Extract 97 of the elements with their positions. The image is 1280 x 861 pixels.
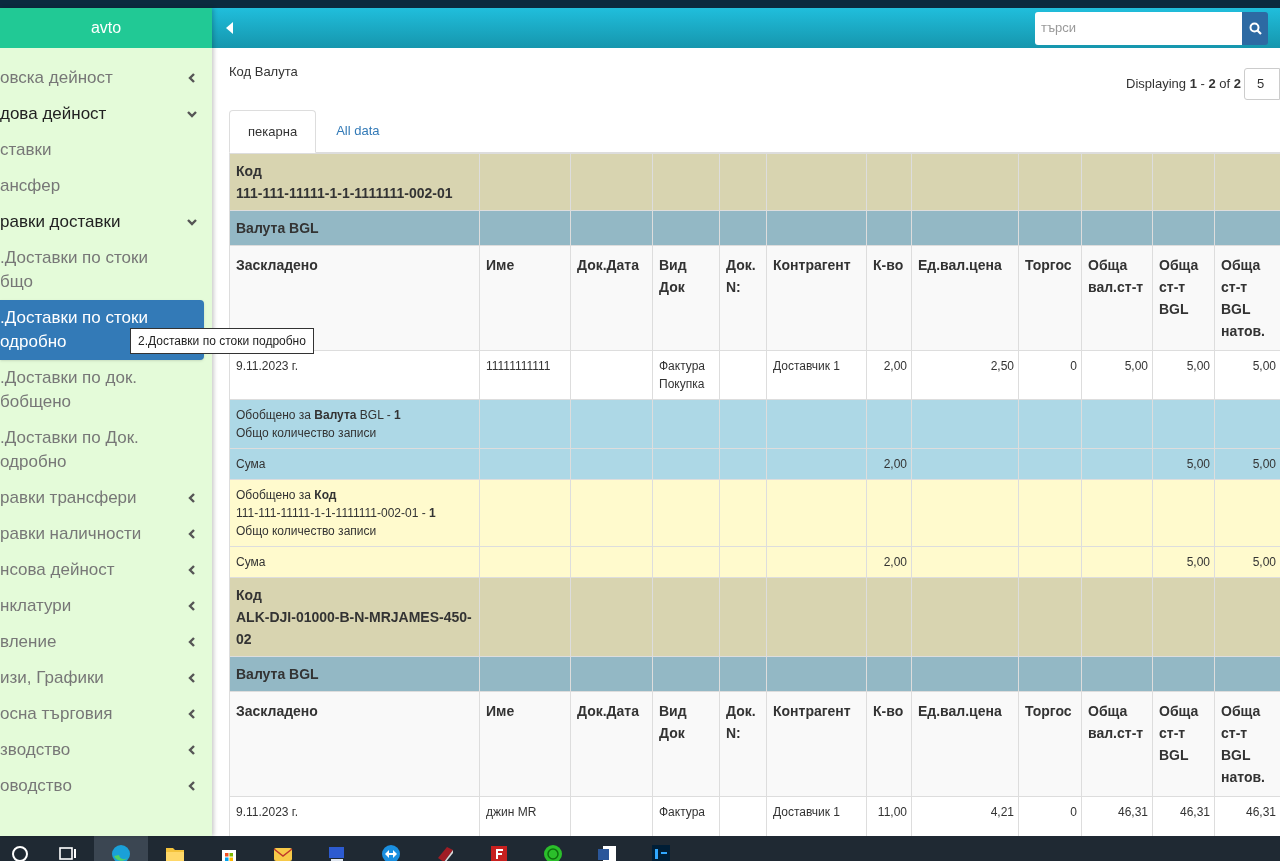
table-cell: 2,00 (883, 359, 907, 373)
table-cell: 5,00 (1124, 359, 1148, 373)
column-header: Док. N: (726, 703, 756, 741)
table-cell: Доставчик 1 (773, 805, 841, 819)
column-header: Обща ст-т BGL натов. (1221, 703, 1265, 785)
table-cell: 46,31 (1179, 805, 1210, 819)
table-cell: 2,00 (883, 457, 907, 471)
table-cell: Фактура (659, 805, 706, 819)
column-header: К-во (873, 703, 904, 719)
search-icon (1248, 21, 1262, 35)
group-label: Код (236, 586, 263, 605)
column-header: Обща ст-т BGL натов. (1221, 257, 1265, 339)
menu-item[interactable]: ансфер (0, 168, 212, 204)
menu-item[interactable]: .Доставки по стоки бщо (0, 240, 212, 300)
menu-item[interactable]: равки наличности (0, 516, 212, 552)
tab[interactable]: All data (316, 109, 400, 152)
monitor-icon (327, 844, 347, 861)
summary-text: Общо количество записи (236, 425, 378, 442)
table-cell: 5,00 (1186, 457, 1210, 471)
tab[interactable]: пекарна (229, 110, 317, 153)
menu-item[interactable]: равки трансфери (0, 480, 212, 516)
table-cell: 4,21 (990, 805, 1014, 819)
table-cell: 2,00 (883, 555, 907, 569)
menu-item[interactable]: равки доставки (0, 204, 212, 240)
column-header: Обща вал.ст-т (1088, 703, 1144, 741)
menu-item[interactable]: овска дейност (0, 60, 212, 96)
column-header: Торгос (1025, 703, 1072, 719)
document-icon (597, 844, 617, 861)
table-cell: 5,00 (1186, 359, 1210, 373)
group-code: 111-111-11111-1-1-1111111-002-01 (236, 184, 454, 203)
table-cell: 5,00 (1252, 359, 1276, 373)
menu-item[interactable]: осна търговия (0, 696, 212, 732)
column-header: Вид Док (659, 703, 687, 741)
column-header: Ед.вал.цена (918, 257, 1002, 273)
menu-item[interactable]: оводство (0, 768, 212, 804)
search-icon (10, 844, 30, 861)
brand-name: avto (90, 18, 122, 38)
column-header: Ед.вал.цена (918, 703, 1002, 719)
table-cell: 11111111111 (486, 359, 551, 373)
menu-item[interactable]: дова дейност (0, 96, 212, 132)
table-cell: 11,00 (877, 805, 907, 819)
table-cell: 46,31 (1117, 805, 1148, 819)
summary-text: Обобщено за Валута BGL - 1 (236, 407, 402, 424)
tooltip: 2.Доставки по стоки подробно (130, 328, 314, 354)
column-header: Обща вал.ст-т (1088, 257, 1144, 295)
column-header: К-во (873, 257, 904, 273)
table-cell: 0 (1070, 359, 1077, 373)
menu-item[interactable]: ставки (0, 132, 212, 168)
column-header: Обща ст-т BGL (1159, 257, 1199, 317)
group-label: Код (236, 162, 263, 181)
menu-item[interactable]: вление (0, 624, 212, 660)
table-cell: 46,31 (1245, 805, 1276, 819)
menu-item[interactable]: .Доставки по Док. одробно (0, 420, 212, 480)
column-header: Док.Дата (577, 257, 639, 273)
table-cell: 9.11.2023 г. (236, 359, 299, 373)
menu-item[interactable]: .Доставки по док. бобщено (0, 360, 212, 420)
sum-label: Сума (236, 457, 266, 471)
report-title: Код Валута (229, 63, 298, 81)
table-cell: Доставчик 1 (773, 359, 841, 373)
group-code: ALK-DJI-01000-B-N-MRJAMES-450-02 (236, 608, 473, 649)
summary-text: Обобщено за Код (236, 487, 338, 504)
column-header: Заскладено (236, 257, 318, 273)
menu-item[interactable]: нклатури (0, 588, 212, 624)
double-arrow-icon (381, 844, 401, 861)
table-cell: 0 (1070, 805, 1077, 819)
table-cell: джин MR (486, 805, 537, 819)
browser-icon (111, 844, 131, 861)
currency-label: Валута BGL (236, 220, 319, 236)
column-header: Контрагент (773, 257, 851, 273)
page-size-select[interactable]: 5 (1244, 68, 1280, 100)
column-header: Име (486, 703, 515, 719)
column-header: Док.Дата (577, 703, 639, 719)
book-icon (435, 844, 455, 861)
currency-label: Валута BGL (236, 666, 319, 682)
column-header: Контрагент (773, 703, 851, 719)
table-cell: 5,00 (1252, 555, 1276, 569)
collapse-icon[interactable] (226, 22, 234, 34)
summary-text: Общо количество записи (236, 523, 378, 540)
column-header: Име (486, 257, 515, 273)
pagination-info: Displaying 1 - 2 of 2 (1126, 75, 1241, 94)
menu-item[interactable]: нсова дейност (0, 552, 212, 588)
column-header: Торгос (1025, 257, 1072, 273)
column-header: Обща ст-т BGL (1159, 703, 1199, 763)
table-cell: 2,50 (990, 359, 1014, 373)
task-view-icon (57, 844, 77, 861)
table-cell: 5,00 (1252, 457, 1276, 471)
column-header: Заскладено (236, 703, 318, 719)
column-header: Док. N: (726, 257, 756, 295)
sum-label: Сума (236, 555, 266, 569)
menu-item[interactable]: изи, Графики (0, 660, 212, 696)
summary-text: 111-111-11111-1-1-1111111-002-01 -1 (236, 505, 437, 522)
search-button[interactable] (1242, 11, 1268, 45)
table-cell: 9.11.2023 г. (236, 805, 299, 819)
menu-item[interactable]: зводство (0, 732, 212, 768)
column-header: Вид Док (659, 257, 687, 295)
table-cell: Фактура Покупка (659, 359, 706, 391)
table-cell: 5,00 (1186, 555, 1210, 569)
